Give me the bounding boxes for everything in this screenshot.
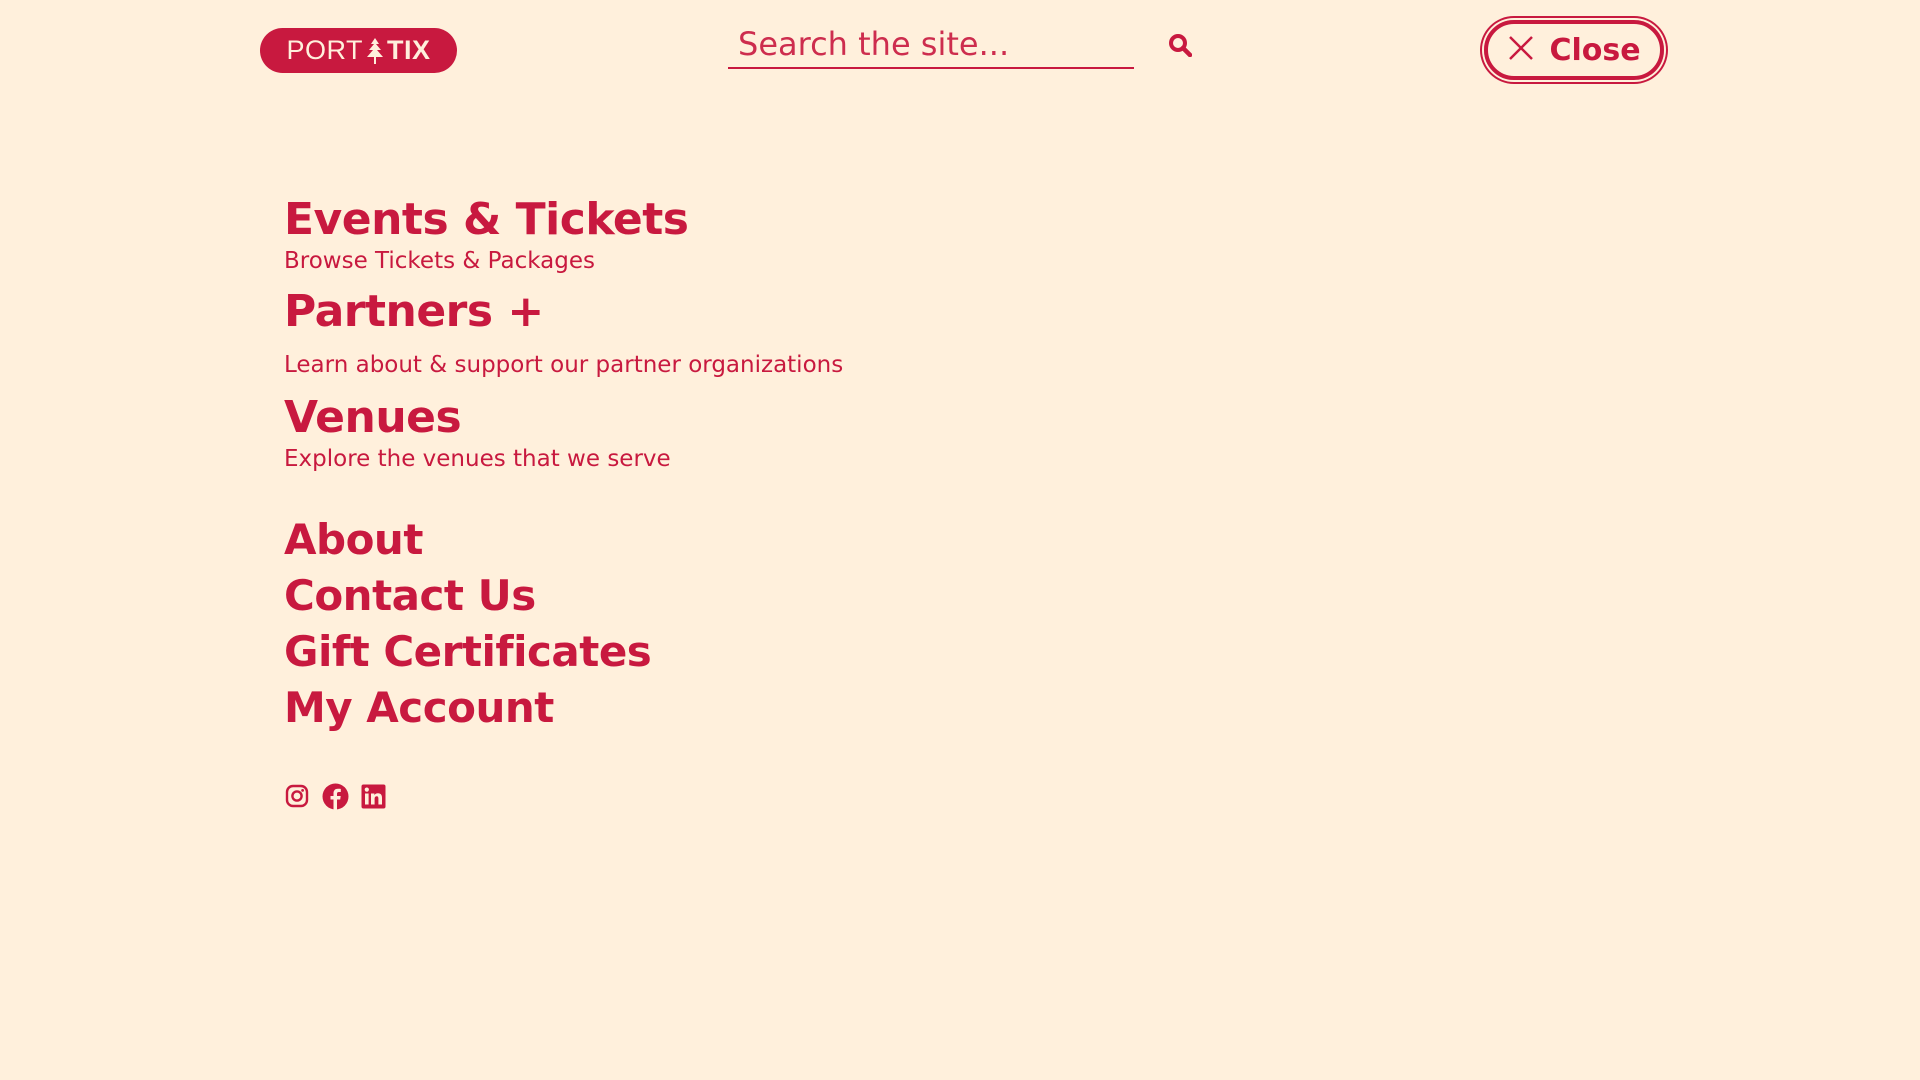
search-field [728,22,1134,69]
menu-link-about[interactable]: About [284,512,651,568]
menu-link-events-tickets[interactable]: Events & Tickets [284,190,689,250]
menu-group-partners: Partners + Learn about & support our par… [284,282,1184,380]
instagram-icon [285,784,309,812]
site-header: PORT TIX Close [0,0,1920,100]
linkedin-link[interactable] [360,784,386,812]
secondary-menu: About Contact Us Gift Certificates My Ac… [284,512,652,736]
porttix-logo[interactable]: PORT TIX [260,28,457,73]
linkedin-icon [361,784,386,813]
close-icon [1507,34,1535,66]
facebook-link[interactable] [322,783,349,814]
menu-link-my-account[interactable]: My Account [284,680,651,736]
close-label: Close [1549,32,1641,68]
menu-link-contact-us[interactable]: Contact Us [284,568,651,624]
menu-subtitle-partners: Learn about & support our partner organi… [284,352,844,378]
menu-link-gift-certificates[interactable]: Gift Certificates [284,624,652,680]
menu-group-venues: Venues Explore the venues that we serve [284,388,1184,474]
menu-subtitle-venues: Explore the venues that we serve [284,446,671,472]
facebook-icon [322,783,349,814]
tree-icon [366,37,384,65]
logo-text-port: PORT [286,35,363,65]
instagram-link[interactable] [284,784,310,812]
search-input[interactable] [728,22,1134,66]
menu-subtitle-events: Browse Tickets & Packages [284,248,595,274]
search-icon [1168,33,1193,61]
primary-menu: Events & Tickets Browse Tickets & Packag… [284,190,1184,474]
search-button[interactable] [1163,30,1197,64]
menu-group-events: Events & Tickets Browse Tickets & Packag… [284,190,1184,276]
menu-link-venues[interactable]: Venues [284,388,462,448]
menu-link-partners[interactable]: Partners + [284,282,544,342]
logo-text-tix: TIX [387,35,431,65]
close-button[interactable]: Close [1484,20,1664,80]
social-links [284,783,386,814]
